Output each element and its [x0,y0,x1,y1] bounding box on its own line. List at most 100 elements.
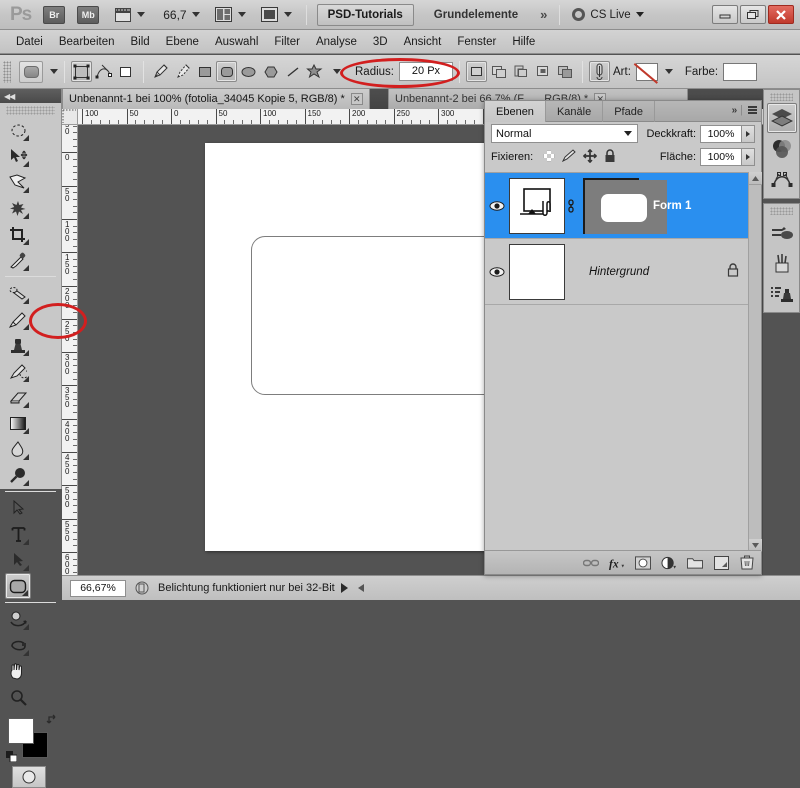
tools-panel-collapse-bar[interactable]: ◀◀ [0,89,61,103]
add-to-shape-area-button[interactable] [466,61,487,82]
clone-source-dock-icon[interactable] [767,279,797,309]
hand-tool[interactable] [5,658,31,684]
fill-pixels-mode-button[interactable] [115,61,136,82]
rectangle-tool-button[interactable] [194,61,215,82]
color-swatch[interactable] [723,62,758,81]
blend-mode-select[interactable]: Normal [491,124,639,143]
delete-layer-button[interactable] [739,555,755,571]
close-button[interactable] [768,5,794,24]
line-tool-button[interactable] [282,61,303,82]
tab-pfade[interactable]: Pfade [603,101,655,122]
menu-hilfe[interactable]: Hilfe [504,33,543,51]
radius-input[interactable]: 20 Px [399,62,453,81]
minimize-button[interactable] [712,5,738,24]
combine-shape-areas-button[interactable] [554,61,575,82]
document-tab-1-close-icon[interactable]: ✕ [350,93,363,105]
layer-vector-mask-thumbnail-form-1[interactable] [583,177,667,234]
lasso-tool[interactable] [5,169,31,195]
layer-style-button[interactable] [589,61,610,82]
menu-analyse[interactable]: Analyse [308,33,365,51]
type-tool[interactable] [5,521,31,547]
brush-presets-dock-icon[interactable] [767,248,797,278]
3d-orbit-tool[interactable] [5,632,31,658]
shape-options-chevron-down-icon[interactable] [333,69,341,74]
link-layers-button[interactable] [583,555,599,571]
layer-name-hintergrund[interactable]: Hintergrund [565,266,727,278]
new-adjustment-layer-button[interactable] [661,555,677,571]
custom-shape-tool-button[interactable] [304,61,325,82]
bridge-button[interactable]: Br [43,5,66,24]
marquee-tool[interactable] [5,117,31,143]
cs-live-menu[interactable]: CS Live [572,8,644,21]
crop-tool[interactable] [5,221,31,247]
layer-thumbnail-form-1[interactable] [509,177,565,234]
rounded-rectangle-shape-tool[interactable] [5,573,31,599]
layer-link-icon-form-1[interactable] [565,198,577,213]
clone-stamp-tool[interactable] [5,332,31,358]
tab-ebenen[interactable]: Ebenen [485,101,546,122]
scroll-up-button[interactable] [749,172,762,185]
layers-dock-icon[interactable] [766,103,797,133]
status-zoom-field[interactable]: 66,67% [70,579,126,597]
move-tool[interactable] [5,143,31,169]
right-dock-grip-2[interactable] [770,207,793,215]
view-extras-dropdown[interactable] [113,6,146,23]
style-swatch[interactable] [635,62,658,81]
arrange-documents-dropdown[interactable] [214,6,246,23]
adjustments-dock-icon[interactable] [767,134,797,164]
lock-position-icon[interactable] [583,148,598,166]
rounded-rectangle-tool-button[interactable] [216,61,237,82]
history-brush-tool[interactable] [5,358,31,384]
zoom-tool[interactable] [5,684,31,710]
magic-wand-tool[interactable] [5,195,31,221]
tool-preset-picker[interactable] [19,60,43,83]
add-layer-mask-button[interactable] [635,555,651,571]
fill-input[interactable]: 100% [700,148,742,166]
lock-all-icon[interactable] [604,148,616,166]
exclude-overlapping-areas-button[interactable] [532,61,553,82]
fill-slider-arrow[interactable] [742,148,755,166]
layer-visibility-toggle-form-1[interactable] [485,200,509,212]
add-layer-style-button[interactable]: fx [609,555,625,571]
paths-dock-icon[interactable] [767,165,797,195]
pen-tool-button[interactable] [150,61,171,82]
lock-transparency-icon[interactable] [542,149,556,165]
status-scroll-left-icon[interactable] [357,584,364,592]
options-bar-grip[interactable] [3,60,11,83]
gradient-tool[interactable] [5,410,31,436]
new-layer-button[interactable] [713,555,729,571]
menu-filter[interactable]: Filter [266,33,308,51]
foreground-color-swatch[interactable] [8,718,34,744]
workspace-grundelemente[interactable]: Grundelemente [424,5,528,25]
menu-ebene[interactable]: Ebene [158,33,207,51]
document-tab-unbenannt-1[interactable]: Unbenannt-1 bei 100% (fotolia_34045 Kopi… [62,89,370,109]
tools-panel-grip[interactable] [6,106,55,115]
ruler-origin-corner[interactable] [62,109,78,125]
panel-menu-icon[interactable] [748,106,757,114]
menu-ansicht[interactable]: Ansicht [396,33,450,51]
intersect-shape-areas-button[interactable] [510,61,531,82]
blur-tool[interactable] [5,436,31,462]
brush-dock-icon[interactable] [767,217,797,247]
eyedropper-tool[interactable] [5,247,31,273]
dodge-tool[interactable] [5,462,31,488]
layers-scrollbar[interactable] [748,172,762,552]
collapse-panel-icon[interactable]: » [732,105,737,116]
menu-bild[interactable]: Bild [122,33,157,51]
brush-tool[interactable] [5,306,31,332]
restore-button[interactable] [740,5,766,24]
layer-row-hintergrund[interactable]: Hintergrund [485,239,761,305]
document-info-icon[interactable] [134,580,150,596]
healing-brush-tool[interactable] [5,280,31,306]
right-dock-grip-1[interactable] [770,93,793,101]
subtract-from-shape-area-button[interactable] [488,61,509,82]
workspace-psd-tutorials[interactable]: PSD-Tutorials [316,3,414,26]
style-chevron-down-icon[interactable] [664,69,673,74]
quick-mask-button[interactable] [12,766,46,788]
polygon-tool-button[interactable] [260,61,281,82]
ellipse-tool-button[interactable] [238,61,259,82]
layer-row-form-1[interactable]: Form 1 [485,173,761,239]
rounded-rectangle-path[interactable] [251,236,500,395]
direct-selection-tool[interactable] [5,547,31,573]
menu-auswahl[interactable]: Auswahl [207,33,266,51]
